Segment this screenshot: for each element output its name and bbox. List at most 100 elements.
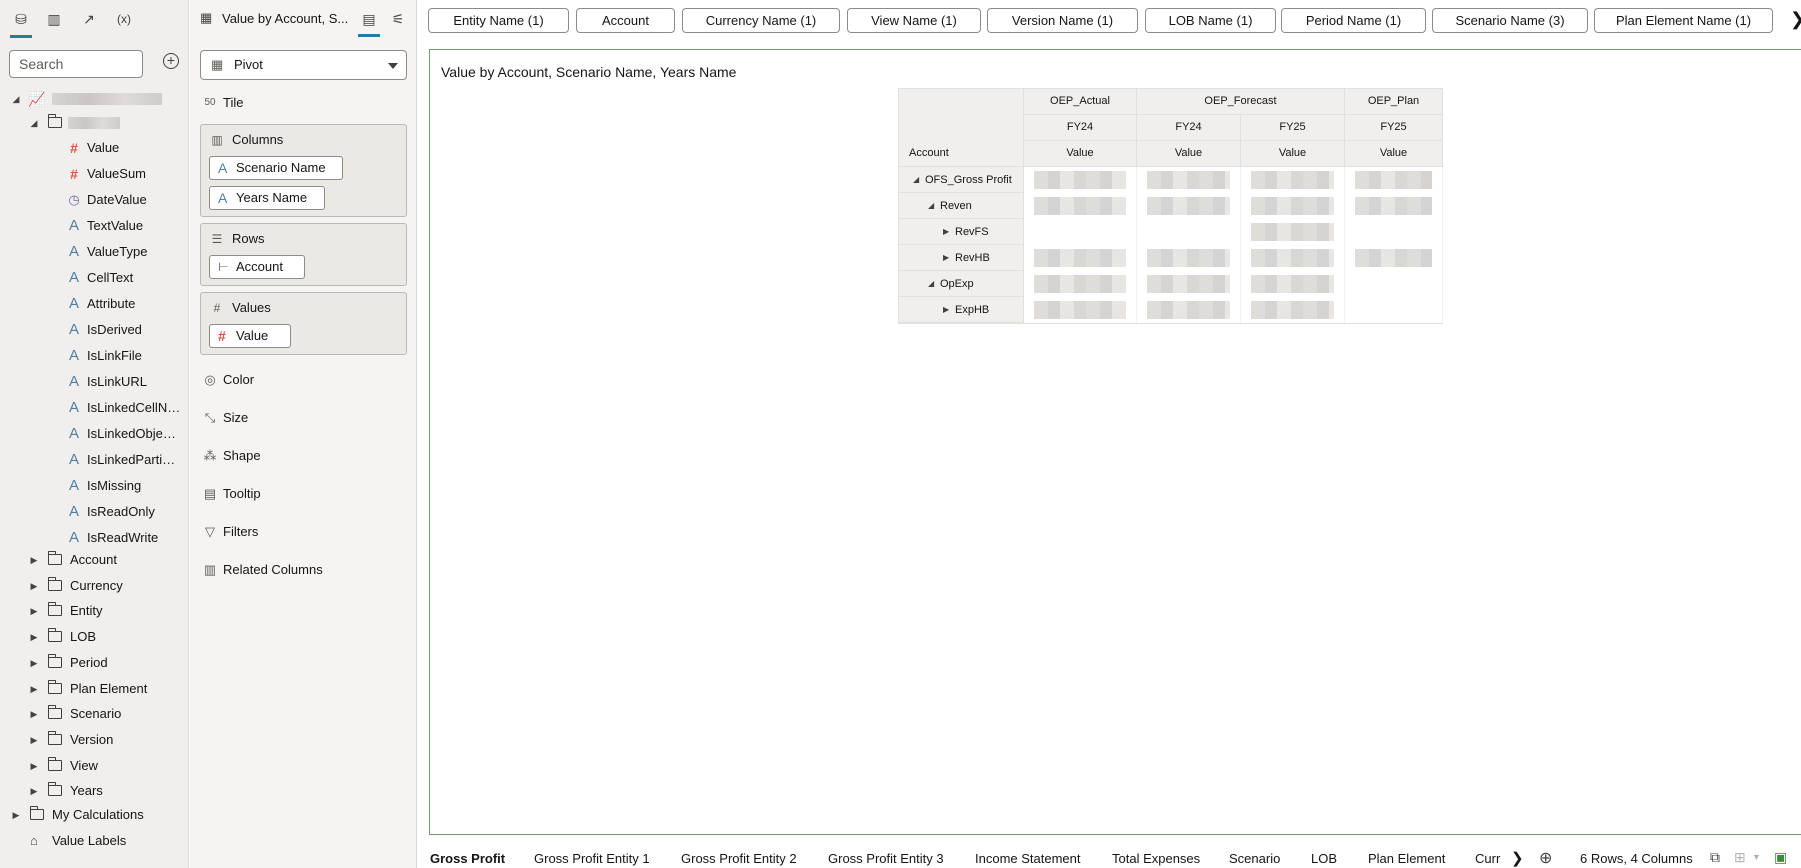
add-data-icon[interactable]: +	[163, 53, 179, 69]
field-item[interactable]: A Attribute	[0, 292, 189, 316]
data-cell[interactable]	[1024, 271, 1137, 297]
row-pill-account[interactable]: ⊢ Account	[209, 255, 305, 279]
grid-icon[interactable]: ⊞	[1734, 849, 1746, 866]
canvas-tab[interactable]: Total Expenses	[1112, 851, 1200, 866]
pivot-table[interactable]: Account OEP_Actual OEP_Forecast OEP_Plan…	[898, 88, 1443, 324]
column-header-year[interactable]: FY25	[1241, 115, 1345, 141]
folder-item[interactable]: ▶ Period	[0, 651, 189, 675]
canvas[interactable]: Value by Account, Scenario Name, Years N…	[429, 49, 1801, 835]
expand-icon[interactable]: ▶	[28, 599, 40, 623]
properties-tab-icon[interactable]: ⚟	[387, 9, 409, 31]
data-cell[interactable]	[1137, 245, 1241, 271]
filter-lob-name[interactable]: LOB Name (1)	[1145, 8, 1276, 33]
expand-icon[interactable]: ▶	[28, 728, 40, 752]
data-cell[interactable]	[1024, 193, 1137, 219]
data-cell[interactable]	[1024, 297, 1137, 323]
filter-version-name[interactable]: Version Name (1)	[987, 8, 1138, 33]
field-item[interactable]: # Value	[0, 136, 189, 160]
expand-icon[interactable]: ▶	[28, 754, 40, 778]
expand-icon[interactable]: ▶	[28, 779, 40, 803]
expand-icon[interactable]: ▶	[28, 625, 40, 649]
bar-chart-icon[interactable]: ▥	[42, 8, 66, 30]
collapse-icon[interactable]: ◢	[928, 193, 934, 219]
data-cell[interactable]	[1024, 167, 1137, 193]
canvas-tab[interactable]: Gross Profit Entity 3	[828, 851, 944, 866]
expand-icon[interactable]: ▶	[943, 245, 949, 271]
column-header-measure[interactable]: Value	[1137, 141, 1241, 167]
tooltip-section[interactable]: ▤ Tooltip	[200, 482, 407, 506]
folder-item[interactable]: ▶ Version	[0, 728, 189, 752]
column-pill-years-name[interactable]: A Years Name	[209, 186, 325, 210]
data-cell[interactable]	[1241, 271, 1345, 297]
save-icon[interactable]: ▣	[1774, 849, 1787, 866]
value-pill-value[interactable]: # Value	[209, 324, 291, 348]
expand-icon[interactable]: ▶	[943, 219, 949, 245]
row-header[interactable]: ◢ Reven	[899, 193, 1024, 219]
field-item[interactable]: ◷ DateValue	[0, 188, 189, 212]
field-item[interactable]: # ValueSum	[0, 162, 189, 186]
filter-period-name[interactable]: Period Name (1)	[1281, 8, 1426, 33]
database-icon[interactable]: ⛁	[9, 8, 33, 38]
column-header-year[interactable]: FY24	[1024, 115, 1137, 141]
column-pill-scenario-name[interactable]: A Scenario Name	[209, 156, 343, 180]
search-input[interactable]	[9, 50, 143, 78]
canvas-tab[interactable]: Gross Profit	[430, 851, 505, 866]
data-cell[interactable]	[1137, 219, 1241, 245]
field-item[interactable]: A IsDerived	[0, 318, 189, 342]
data-cell[interactable]	[1137, 167, 1241, 193]
column-header-scenario[interactable]: OEP_Forecast	[1137, 89, 1345, 115]
row-header[interactable]: ▶ RevHB	[899, 245, 1024, 271]
field-item[interactable]: A IsLinkedParti…	[0, 448, 189, 472]
data-cell[interactable]	[1137, 271, 1241, 297]
data-cell[interactable]	[1345, 271, 1443, 297]
expand-icon[interactable]: ▶	[28, 548, 40, 572]
column-header-year[interactable]: FY25	[1345, 115, 1443, 141]
field-item[interactable]: A IsMissing	[0, 474, 189, 498]
field-item[interactable]: A IsLinkURL	[0, 370, 189, 394]
field-item[interactable]: A IsReadWrite	[0, 526, 189, 550]
field-item[interactable]: A ValueType	[0, 240, 189, 264]
field-item[interactable]: A IsLinkedObje…	[0, 422, 189, 446]
folder-item[interactable]: ▶ Entity	[0, 599, 189, 623]
column-header-scenario[interactable]: OEP_Plan	[1345, 89, 1443, 115]
data-cell[interactable]	[1241, 219, 1345, 245]
color-section[interactable]: ◎ Color	[200, 368, 407, 392]
filters-section[interactable]: ▽ Filters	[200, 520, 407, 544]
data-cell[interactable]	[1137, 193, 1241, 219]
filter-entity-name[interactable]: Entity Name (1)	[428, 8, 569, 33]
data-cell[interactable]	[1137, 297, 1241, 323]
canvas-tab[interactable]: Gross Profit Entity 1	[534, 851, 650, 866]
canvas-tab[interactable]: Income Statement	[975, 851, 1081, 866]
shape-section[interactable]: ⁂ Shape	[200, 444, 407, 468]
data-cell[interactable]	[1345, 167, 1443, 193]
expand-icon[interactable]: ▶	[28, 651, 40, 675]
filter-account[interactable]: Account	[576, 8, 675, 33]
data-cell[interactable]	[1241, 167, 1345, 193]
tile-section[interactable]: 50 Tile	[200, 91, 407, 115]
expand-icon[interactable]: ▶	[28, 702, 40, 726]
value-labels[interactable]: ⌂ Value Labels	[0, 829, 189, 853]
values-drop-target[interactable]: # Values # Value	[200, 292, 407, 355]
canvas-tab[interactable]: LOB	[1311, 851, 1337, 866]
size-section[interactable]: ⤡ Size	[200, 406, 407, 430]
filter-view-name[interactable]: View Name (1)	[847, 8, 981, 33]
column-header-measure[interactable]: Value	[1024, 141, 1137, 167]
data-cell[interactable]	[1241, 297, 1345, 323]
collapse-icon[interactable]: ◢	[913, 167, 919, 193]
field-item[interactable]: A IsLinkedCellN…	[0, 396, 189, 420]
collapse-icon[interactable]: ◢	[928, 271, 934, 297]
canvas-tab[interactable]: Scenario	[1229, 851, 1280, 866]
chevron-right-icon[interactable]: ❯	[1790, 9, 1801, 30]
data-cell[interactable]	[1024, 245, 1137, 271]
column-header-measure[interactable]: Value	[1241, 141, 1345, 167]
folder-item[interactable]: ▶ View	[0, 754, 189, 778]
filter-currency-name[interactable]: Currency Name (1)	[682, 8, 840, 33]
row-header[interactable]: ▶ ExpHB	[899, 297, 1024, 323]
expand-icon[interactable]: ▶	[943, 297, 949, 323]
expand-icon[interactable]: ▶	[10, 803, 22, 827]
expand-icon[interactable]: ▶	[28, 574, 40, 598]
my-calculations[interactable]: ▶ My Calculations	[0, 803, 189, 827]
tree-subfolder[interactable]: ◢	[0, 111, 189, 135]
column-header-year[interactable]: FY24	[1137, 115, 1241, 141]
data-cell[interactable]	[1024, 219, 1137, 245]
